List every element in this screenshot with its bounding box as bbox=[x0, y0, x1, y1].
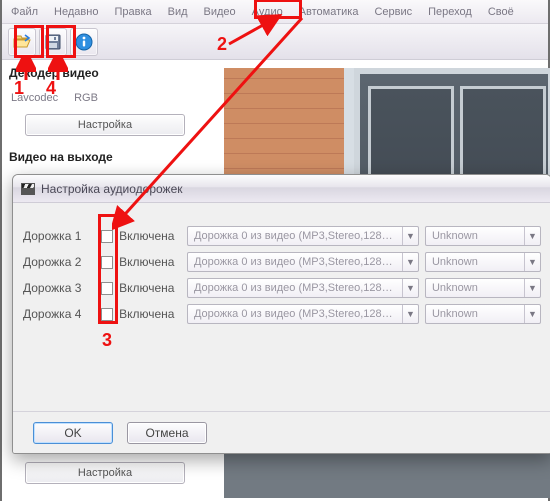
dialog-body: Дорожка 1 Включена Дорожка 0 из видео (M… bbox=[13, 203, 550, 335]
decoder-settings-button[interactable]: Настройка bbox=[25, 114, 185, 136]
info-button[interactable] bbox=[70, 28, 98, 56]
chevron-down-icon: ▼ bbox=[402, 227, 418, 245]
menu-video[interactable]: Видео bbox=[201, 4, 239, 20]
menu-audio[interactable]: Аудио bbox=[249, 4, 286, 20]
chevron-down-icon: ▼ bbox=[524, 305, 540, 323]
dialog-title-text: Настройка аудиодорожек bbox=[41, 182, 183, 196]
track-label: Дорожка 4 bbox=[23, 307, 95, 321]
track-label: Дорожка 1 bbox=[23, 229, 95, 243]
cancel-button[interactable]: Отмена bbox=[127, 422, 207, 444]
chevron-down-icon: ▼ bbox=[524, 227, 540, 245]
menu-service[interactable]: Сервис bbox=[371, 4, 415, 20]
toolbar bbox=[2, 24, 548, 60]
menu-view[interactable]: Вид bbox=[165, 4, 191, 20]
track-row: Дорожка 1 Включена Дорожка 0 из видео (M… bbox=[23, 223, 541, 249]
save-button[interactable] bbox=[39, 28, 67, 56]
track-row: Дорожка 2 Включена Дорожка 0 из видео (M… bbox=[23, 249, 541, 275]
left-panel: Декодер видео Lavcodec RGB Настройка Вид… bbox=[7, 62, 217, 170]
track-target-combo[interactable]: Unknown ▼ bbox=[425, 278, 541, 298]
track-source-combo[interactable]: Дорожка 0 из видео (MP3,Stereo,128kbps) … bbox=[187, 278, 419, 298]
track-label: Дорожка 2 bbox=[23, 255, 95, 269]
decoder-codec-label: Lavcodec bbox=[11, 92, 58, 104]
track-enabled-checkbox[interactable] bbox=[101, 230, 114, 243]
menu-bar: Файл Недавно Правка Вид Видео Аудио Авто… bbox=[2, 0, 548, 24]
track-enabled-checkbox[interactable] bbox=[101, 256, 114, 269]
track-row: Дорожка 4 Включена Дорожка 0 из видео (M… bbox=[23, 301, 541, 327]
floppy-save-icon bbox=[45, 34, 61, 50]
track-source-text: Дорожка 0 из видео (MP3,Stereo,128kbps) bbox=[188, 230, 402, 242]
menu-goto[interactable]: Переход bbox=[425, 4, 475, 20]
track-source-text: Дорожка 0 из видео (MP3,Stereo,128kbps) bbox=[188, 256, 402, 268]
info-icon bbox=[75, 33, 93, 51]
chevron-down-icon: ▼ bbox=[402, 305, 418, 323]
decoder-section-title: Декодер видео bbox=[9, 66, 215, 80]
ok-button[interactable]: OK bbox=[33, 422, 113, 444]
track-enabled-checkbox[interactable] bbox=[101, 282, 114, 295]
track-target-combo[interactable]: Unknown ▼ bbox=[425, 304, 541, 324]
track-label: Дорожка 3 bbox=[23, 281, 95, 295]
track-source-combo[interactable]: Дорожка 0 из видео (MP3,Stereo,128kbps) … bbox=[187, 226, 419, 246]
track-enabled-checkbox[interactable] bbox=[101, 308, 114, 321]
chevron-down-icon: ▼ bbox=[524, 279, 540, 297]
menu-custom[interactable]: Своё bbox=[485, 4, 517, 20]
clapperboard-icon bbox=[21, 183, 35, 195]
track-source-combo[interactable]: Дорожка 0 из видео (MP3,Stereo,128kbps) … bbox=[187, 304, 419, 324]
track-target-combo[interactable]: Unknown ▼ bbox=[425, 252, 541, 272]
output-section-title: Видео на выходе bbox=[9, 150, 215, 164]
chevron-down-icon: ▼ bbox=[402, 253, 418, 271]
folder-open-icon bbox=[13, 34, 31, 50]
track-target-text: Unknown bbox=[426, 308, 524, 320]
menu-file[interactable]: Файл bbox=[8, 4, 41, 20]
audio-tracks-dialog: Настройка аудиодорожек Дорожка 1 Включен… bbox=[12, 174, 550, 454]
menu-recent[interactable]: Недавно bbox=[51, 4, 101, 20]
decoder-colorspace-label: RGB bbox=[74, 92, 98, 104]
track-target-text: Unknown bbox=[426, 230, 524, 242]
track-row: Дорожка 3 Включена Дорожка 0 из видео (M… bbox=[23, 275, 541, 301]
track-enabled-text: Включена bbox=[119, 229, 181, 243]
dialog-titlebar[interactable]: Настройка аудиодорожек bbox=[13, 175, 550, 203]
menu-edit[interactable]: Правка bbox=[111, 4, 154, 20]
output-settings-button[interactable]: Настройка bbox=[25, 462, 185, 484]
track-target-combo[interactable]: Unknown ▼ bbox=[425, 226, 541, 246]
track-enabled-text: Включена bbox=[119, 281, 181, 295]
track-enabled-text: Включена bbox=[119, 255, 181, 269]
dialog-footer: OK Отмена bbox=[13, 411, 550, 453]
chevron-down-icon: ▼ bbox=[524, 253, 540, 271]
track-target-text: Unknown bbox=[426, 282, 524, 294]
track-enabled-text: Включена bbox=[119, 307, 181, 321]
open-button[interactable] bbox=[8, 28, 36, 56]
chevron-down-icon: ▼ bbox=[402, 279, 418, 297]
track-source-combo[interactable]: Дорожка 0 из видео (MP3,Stereo,128kbps) … bbox=[187, 252, 419, 272]
menu-auto[interactable]: Автоматика bbox=[296, 4, 362, 20]
track-source-text: Дорожка 0 из видео (MP3,Stereo,128kbps) bbox=[188, 282, 402, 294]
track-target-text: Unknown bbox=[426, 256, 524, 268]
track-source-text: Дорожка 0 из видео (MP3,Stereo,128kbps) bbox=[188, 308, 402, 320]
